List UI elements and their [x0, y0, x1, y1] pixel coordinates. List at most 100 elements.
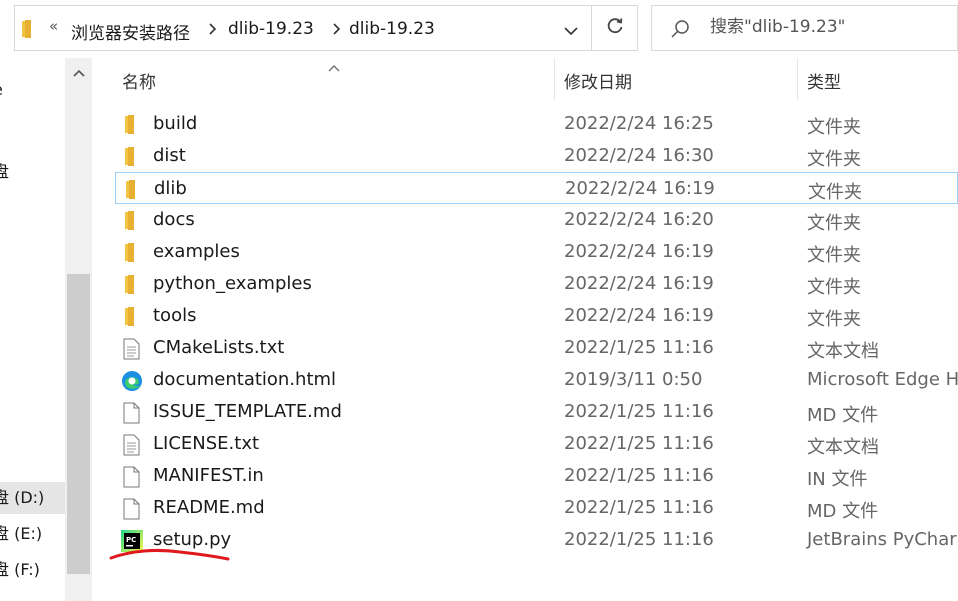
folder-icon: [121, 306, 141, 326]
folder-icon: [21, 20, 41, 42]
file-row[interactable]: docs 2022/2/24 16:20 文件夹: [115, 204, 958, 236]
file-modified-date: 2022/2/24 16:25: [564, 113, 714, 134]
folder-icon: [121, 242, 141, 262]
file-list: 名称 修改日期 类型 build 2022/2/24 16:25 文件夹 dis…: [93, 58, 958, 601]
file-modified-date: 2022/2/24 16:20: [564, 209, 714, 230]
nav-item[interactable]: e: [0, 74, 65, 106]
file-type: 文件夹: [807, 149, 861, 170]
file-row[interactable]: MANIFEST.in 2022/1/25 11:16 IN 文件: [115, 460, 958, 492]
nav-item-drive-f[interactable]: 盘 (F:): [0, 554, 65, 586]
file-row[interactable]: CMakeLists.txt 2022/1/25 11:16 文本文档: [115, 332, 958, 364]
svg-text:PC: PC: [126, 536, 136, 544]
file-row[interactable]: dist 2022/2/24 16:30 文件夹: [115, 140, 958, 172]
file-modified-date: 2019/3/11 0:50: [564, 369, 703, 390]
file-row[interactable]: LICENSE.txt 2022/1/25 11:16 文本文档: [115, 428, 958, 460]
folder-icon: [121, 146, 141, 166]
column-header-name[interactable]: 名称: [122, 68, 156, 93]
nav-scrollbar[interactable]: [65, 58, 92, 601]
file-type: 文件夹: [807, 277, 861, 298]
file-row[interactable]: python_examples 2022/2/24 16:19 文件夹: [115, 268, 958, 300]
folder-icon: [122, 179, 142, 199]
file-name: CMakeLists.txt: [153, 337, 285, 358]
nav-item-drive-d[interactable]: 盘 (D:): [0, 482, 65, 514]
file-row[interactable]: tools 2022/2/24 16:19 文件夹: [115, 300, 958, 332]
breadcrumb-segment[interactable]: dlib-19.23: [228, 19, 314, 39]
nav-item[interactable]: 盘: [0, 156, 65, 188]
file-modified-date: 2022/2/24 16:19: [565, 178, 715, 199]
annotation-underline: [109, 548, 230, 561]
file-type: 文件夹: [808, 182, 862, 203]
scroll-up-icon[interactable]: [65, 58, 92, 88]
file-name: ISSUE_TEMPLATE.md: [153, 401, 342, 422]
search-icon: [670, 19, 690, 43]
breadcrumb-segment[interactable]: 浏览器安装路径: [71, 19, 190, 44]
file-type: MD 文件: [807, 501, 879, 522]
file-row[interactable]: build 2022/2/24 16:25 文件夹: [115, 108, 958, 140]
address-bar[interactable]: « 浏览器安装路径 dlib-19.23 dlib-19.23: [14, 5, 592, 51]
file-modified-date: 2022/1/25 11:16: [564, 497, 714, 518]
file-modified-date: 2022/1/25 11:16: [564, 465, 714, 486]
file-row[interactable]: PC setup.py 2022/1/25 11:16 JetBrains Py…: [115, 524, 958, 556]
file-icon: [121, 498, 141, 520]
file-type: 文件夹: [807, 213, 861, 234]
file-modified-date: 2022/1/25 11:16: [564, 433, 714, 454]
file-name: README.md: [153, 497, 265, 518]
file-icon: [121, 466, 141, 488]
file-name: docs: [153, 209, 195, 230]
file-row[interactable]: examples 2022/2/24 16:19 文件夹: [115, 236, 958, 268]
file-icon: [121, 402, 141, 424]
search-input[interactable]: [710, 17, 950, 37]
edge-icon: [121, 370, 142, 391]
search-box[interactable]: [651, 5, 958, 51]
file-name: build: [153, 113, 198, 134]
column-divider[interactable]: [554, 58, 555, 100]
file-modified-date: 2022/1/25 11:16: [564, 401, 714, 422]
file-row[interactable]: dlib 2022/2/24 16:19 文件夹: [115, 172, 958, 204]
file-type: Microsoft Edge HTML: [807, 369, 958, 390]
file-modified-date: 2022/2/24 16:30: [564, 145, 714, 166]
file-name: python_examples: [153, 273, 312, 294]
file-name: dlib: [154, 178, 187, 199]
file-row[interactable]: documentation.html 2019/3/11 0:50 Micros…: [115, 364, 958, 396]
chevron-right-icon[interactable]: [207, 21, 217, 40]
navigation-pane: e 盘 盘 (D:) 盘 (E:) 盘 (F:): [0, 58, 65, 601]
folder-icon: [121, 274, 141, 294]
refresh-icon: [605, 16, 625, 40]
sort-up-arrow-icon: [327, 58, 341, 77]
file-name: MANIFEST.in: [153, 465, 264, 486]
file-name: examples: [153, 241, 240, 262]
file-modified-date: 2022/2/24 16:19: [564, 305, 714, 326]
folder-icon: [121, 114, 141, 134]
file-name: tools: [153, 305, 197, 326]
chevron-down-icon[interactable]: [563, 22, 579, 41]
file-type: 文本文档: [807, 437, 879, 458]
file-row[interactable]: README.md 2022/1/25 11:16 MD 文件: [115, 492, 958, 524]
file-name: documentation.html: [153, 369, 337, 390]
file-modified-date: 2022/1/25 11:16: [564, 529, 714, 550]
file-modified-date: 2022/1/25 11:16: [564, 337, 714, 358]
file-row[interactable]: ISSUE_TEMPLATE.md 2022/1/25 11:16 MD 文件: [115, 396, 958, 428]
file-type: 文件夹: [807, 309, 861, 330]
file-modified-date: 2022/2/24 16:19: [564, 273, 714, 294]
file-modified-date: 2022/2/24 16:19: [564, 241, 714, 262]
file-type: IN 文件: [807, 469, 868, 490]
text-file-icon: [121, 338, 141, 360]
refresh-button[interactable]: [592, 5, 638, 51]
breadcrumb-overflow[interactable]: «: [49, 17, 58, 35]
column-header-type[interactable]: 类型: [807, 68, 841, 93]
column-divider[interactable]: [797, 58, 798, 100]
file-type: 文件夹: [807, 245, 861, 266]
chevron-right-icon[interactable]: [331, 21, 341, 40]
file-type: JetBrains PyCharm: [807, 529, 958, 550]
scrollbar-thumb[interactable]: [67, 274, 90, 574]
file-name: LICENSE.txt: [153, 433, 260, 454]
nav-item-drive-e[interactable]: 盘 (E:): [0, 518, 65, 550]
breadcrumb-segment[interactable]: dlib-19.23: [349, 19, 435, 39]
file-type: 文本文档: [807, 341, 879, 362]
file-type: MD 文件: [807, 405, 879, 426]
folder-icon: [121, 210, 141, 230]
text-file-icon: [121, 434, 141, 456]
file-type: 文件夹: [807, 117, 861, 138]
file-name: dist: [153, 145, 186, 166]
column-header-date[interactable]: 修改日期: [564, 68, 632, 93]
